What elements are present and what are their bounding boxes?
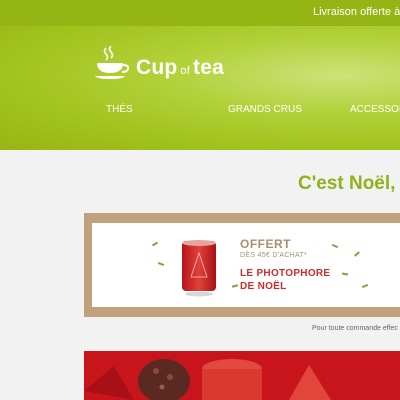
leaf-decoration-icon <box>151 241 159 247</box>
gift-offer-banner[interactable]: OFFERT DÈS 45€ D'ACHAT* LE PHOTOPHORE DE… <box>84 213 400 317</box>
logo-word-cup: Cup <box>136 56 178 79</box>
logo-word-tea: tea <box>193 56 224 79</box>
leaf-decoration-icon <box>157 262 165 266</box>
christmas-products-banner[interactable] <box>84 351 400 400</box>
offer-disclaimer: Pour toute commande effec <box>312 325 398 332</box>
offer-condition: DÈS 45€ D'ACHAT* <box>240 252 308 259</box>
christmas-candle-holder-image <box>182 240 216 297</box>
leaf-decoration-icon <box>354 251 360 257</box>
offer-product-line2: DE NOËL <box>240 281 287 292</box>
leaf-decoration-icon <box>331 243 339 249</box>
christmas-products-image <box>84 351 400 400</box>
offer-product-line1: LE PHOTOPHORE <box>240 268 331 279</box>
top-announcement-bar: Livraison offerte à pa <box>0 0 400 26</box>
nav-item-thes[interactable]: THÉS <box>106 104 133 115</box>
nav-item-accessoires[interactable]: ACCESSOIRE <box>350 104 400 115</box>
christmas-headline: C'est Noël, p <box>298 173 400 194</box>
offer-label: OFFERT <box>240 237 291 251</box>
offer-product-name: LE PHOTOPHORE DE NOËL <box>240 267 360 293</box>
nav-item-grands-crus[interactable]: GRANDS CRUS <box>228 104 302 115</box>
leaf-decoration-icon <box>231 284 239 288</box>
logo-wordmark: Cup of tea <box>136 56 224 80</box>
logo-word-of: of <box>180 65 190 77</box>
cup-of-tea-logo[interactable]: Cup of tea <box>92 40 232 84</box>
gift-offer-card: OFFERT DÈS 45€ D'ACHAT* LE PHOTOPHORE DE… <box>92 223 400 307</box>
leaf-decoration-icon <box>361 284 369 288</box>
teacup-icon <box>95 46 130 79</box>
free-shipping-text: Livraison offerte à pa <box>313 6 400 18</box>
